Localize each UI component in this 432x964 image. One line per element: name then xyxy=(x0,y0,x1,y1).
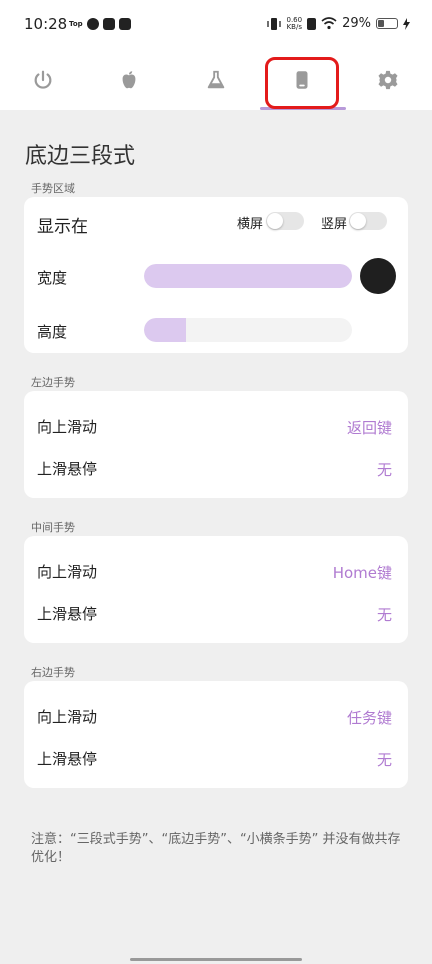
section-label-right-gesture: 右边手势 xyxy=(31,666,75,679)
status-left-icons: Top xyxy=(69,18,131,30)
height-label: 高度 xyxy=(37,323,68,341)
tiktok-icon xyxy=(118,18,131,30)
section-label-gesture-area: 手势区域 xyxy=(31,182,75,195)
width-label: 宽度 xyxy=(37,269,68,287)
charging-icon xyxy=(403,17,410,30)
status-right: 0.60 KB/s 29% xyxy=(266,15,410,31)
flask-icon xyxy=(207,70,225,89)
coexistence-note: 注意：“三段式手势”、“底边手势”、“小横条手势” 并没有做共存优化！ xyxy=(31,832,401,865)
power-icon xyxy=(34,70,52,89)
width-slider-fill xyxy=(144,264,352,288)
right-gesture-card: 向上滑动 任务键 上滑悬停 无 xyxy=(24,681,408,788)
color-picker-button[interactable] xyxy=(360,258,396,294)
section-label-middle-gesture: 中间手势 xyxy=(31,521,75,534)
landscape-label: 横屏 xyxy=(237,217,264,232)
left-gesture-card: 向上滑动 返回键 上滑悬停 无 xyxy=(24,391,408,498)
vibrate-icon xyxy=(266,17,281,30)
tab-lab[interactable] xyxy=(196,60,236,100)
landscape-toggle[interactable] xyxy=(266,212,304,230)
left-swipe-up-label: 向上滑动 xyxy=(37,418,98,436)
net-speed: 0.60 KB/s xyxy=(286,15,303,31)
left-hover-label: 上滑悬停 xyxy=(37,460,98,478)
middle-swipe-up-value[interactable]: Home键 xyxy=(333,562,392,583)
tab-settings[interactable] xyxy=(368,60,408,100)
middle-hover-value[interactable]: 无 xyxy=(377,604,392,625)
middle-swipe-up-label: 向上滑动 xyxy=(37,563,98,581)
tab-bar xyxy=(0,50,432,110)
battery-percent: 29% xyxy=(342,16,371,31)
sim-icon xyxy=(307,17,317,30)
mail-icon xyxy=(102,18,115,30)
portrait-label: 竖屏 xyxy=(321,217,348,232)
section-label-left-gesture: 左边手势 xyxy=(31,376,75,389)
tab-apple[interactable] xyxy=(109,60,149,100)
apple-icon xyxy=(122,71,136,89)
left-hover-value[interactable]: 无 xyxy=(377,459,392,480)
gesture-area-card: 显示在 横屏 竖屏 宽度 高度 xyxy=(24,197,408,353)
right-hover-value[interactable]: 无 xyxy=(377,749,392,770)
wifi-icon xyxy=(321,17,337,30)
right-hover-label: 上滑悬停 xyxy=(37,750,98,768)
width-slider[interactable] xyxy=(144,264,352,288)
left-swipe-up-value[interactable]: 返回键 xyxy=(347,417,392,438)
right-swipe-up-label: 向上滑动 xyxy=(37,708,98,726)
top-label: Top xyxy=(69,20,83,28)
gear-icon xyxy=(378,70,398,90)
display-label: 显示在 xyxy=(37,217,88,237)
selected-tab-highlight xyxy=(265,57,339,109)
status-time: 10:28 xyxy=(24,15,68,33)
height-slider-fill xyxy=(144,318,186,342)
battery-icon xyxy=(376,18,398,29)
tab-power[interactable] xyxy=(23,60,63,100)
portrait-toggle[interactable] xyxy=(349,212,387,230)
home-indicator[interactable] xyxy=(130,958,302,961)
height-slider[interactable] xyxy=(144,318,352,342)
page-title: 底边三段式 xyxy=(25,144,136,169)
middle-hover-label: 上滑悬停 xyxy=(37,605,98,623)
right-swipe-up-value[interactable]: 任务键 xyxy=(347,707,392,728)
status-bar: 10:28 Top 0.60 KB/s 29% xyxy=(0,0,432,50)
app-icon xyxy=(86,18,99,30)
middle-gesture-card: 向上滑动 Home键 上滑悬停 无 xyxy=(24,536,408,643)
